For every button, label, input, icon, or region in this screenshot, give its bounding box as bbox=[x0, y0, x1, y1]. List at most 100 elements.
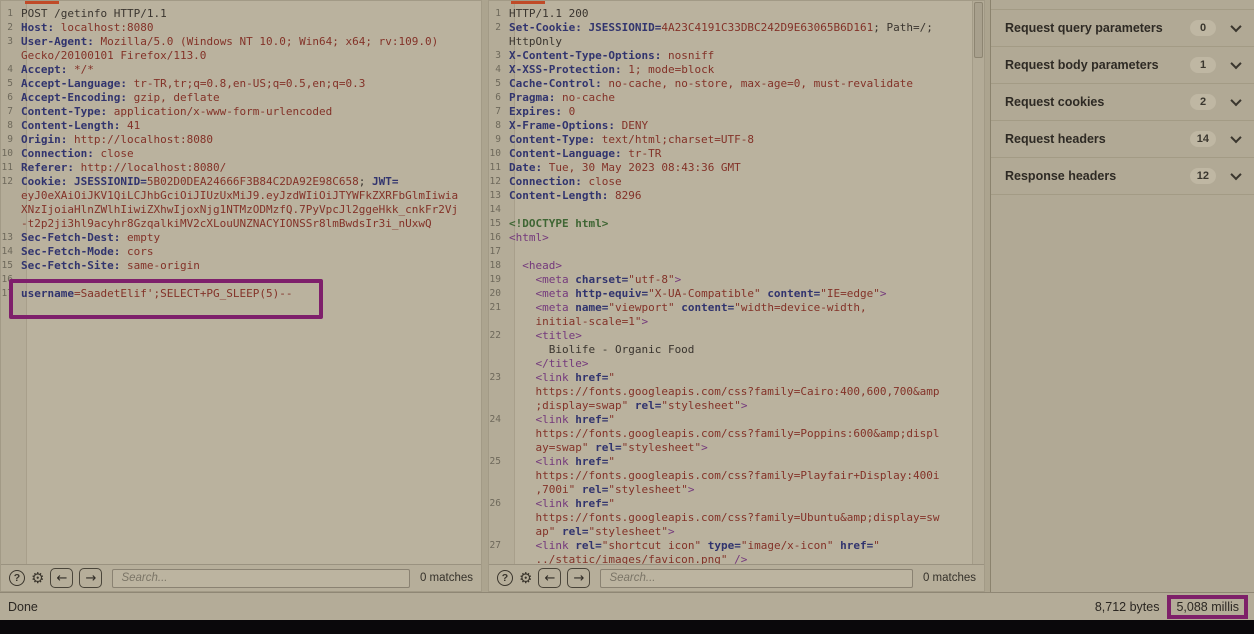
code-text: Referer: http://localhost:8080/ bbox=[21, 161, 226, 175]
code-text: User-Agent: Mozilla/5.0 (Windows NT 10.0… bbox=[21, 35, 438, 49]
code-line: 15Sec-Fetch-Site: same-origin bbox=[1, 259, 481, 273]
inspector-item-request-attributes[interactable]: Request attributes2 bbox=[991, 0, 1254, 10]
code-line: 2Host: localhost:8080 bbox=[1, 21, 481, 35]
code-line: HttpOnly bbox=[489, 35, 984, 49]
code-line: 4X-XSS-Protection: 1; mode=block bbox=[489, 63, 984, 77]
line-number: 7 bbox=[1, 105, 21, 119]
count-badge: 14 bbox=[1190, 131, 1216, 147]
inspector-item-request-query-parameters[interactable]: Request query parameters0 bbox=[991, 10, 1254, 47]
line-number: 3 bbox=[489, 49, 509, 63]
request-editor[interactable]: 1POST /getinfo HTTP/1.12Host: localhost:… bbox=[1, 1, 481, 564]
code-line: 13Content-Length: 8296 bbox=[489, 189, 984, 203]
line-number: 9 bbox=[489, 133, 509, 147]
code-line: 14Sec-Fetch-Mode: cors bbox=[1, 245, 481, 259]
main-row: 1POST /getinfo HTTP/1.12Host: localhost:… bbox=[0, 0, 1254, 592]
response-search-input[interactable] bbox=[600, 569, 912, 588]
chevron-down-icon bbox=[1230, 169, 1241, 180]
line-number bbox=[489, 343, 509, 357]
code-line: 27 <link rel="shortcut icon" type="image… bbox=[489, 539, 984, 553]
previous-match-button[interactable]: ← bbox=[50, 568, 73, 588]
response-code: 1HTTP/1.1 2002Set-Cookie: JSESSIONID=4A2… bbox=[489, 7, 984, 564]
help-icon[interactable]: ? bbox=[497, 570, 513, 586]
line-number bbox=[1, 189, 21, 203]
code-text: Origin: http://localhost:8080 bbox=[21, 133, 213, 147]
code-text: Content-Type: text/html;charset=UTF-8 bbox=[509, 133, 754, 147]
code-line: 12Connection: close bbox=[489, 175, 984, 189]
line-number: 5 bbox=[1, 77, 21, 91]
line-number: 19 bbox=[489, 273, 509, 287]
code-line: 1HTTP/1.1 200 bbox=[489, 7, 984, 21]
code-text: https://fonts.googleapis.com/css?family=… bbox=[509, 511, 939, 525]
response-scrollbar[interactable] bbox=[972, 1, 984, 564]
line-number bbox=[489, 35, 509, 49]
line-number: 18 bbox=[489, 259, 509, 273]
code-line: 11Date: Tue, 30 May 2023 08:43:36 GMT bbox=[489, 161, 984, 175]
line-number: 1 bbox=[489, 7, 509, 21]
code-line: 17 bbox=[489, 245, 984, 259]
code-line: 12Cookie: JSESSIONID=5B02D0DEA24666F3B84… bbox=[1, 175, 481, 189]
line-number bbox=[489, 525, 509, 539]
line-number: 16 bbox=[489, 231, 509, 245]
response-editor[interactable]: 1HTTP/1.1 2002Set-Cookie: JSESSIONID=4A2… bbox=[489, 1, 984, 564]
code-text: Connection: close bbox=[509, 175, 622, 189]
code-line: 11Referer: http://localhost:8080/ bbox=[1, 161, 481, 175]
line-number bbox=[489, 315, 509, 329]
code-text: X-Content-Type-Options: nosniff bbox=[509, 49, 714, 63]
code-text: HttpOnly bbox=[509, 35, 562, 49]
code-line: -t2p2ji3hl9acyhr8GzqalkiMV2cXLouUNZNACYI… bbox=[1, 217, 481, 231]
chevron-down-icon bbox=[1230, 58, 1241, 69]
code-line: 13Sec-Fetch-Dest: empty bbox=[1, 231, 481, 245]
code-line: initial-scale=1"> bbox=[489, 315, 984, 329]
code-line: https://fonts.googleapis.com/css?family=… bbox=[489, 469, 984, 483]
code-text: Accept-Language: tr-TR,tr;q=0.8,en-US;q=… bbox=[21, 77, 365, 91]
inspector-item-response-headers[interactable]: Response headers12 bbox=[991, 158, 1254, 195]
line-number: 26 bbox=[489, 497, 509, 511]
line-number: 15 bbox=[489, 217, 509, 231]
response-match-count: 0 matches bbox=[923, 572, 976, 584]
scrollbar-thumb[interactable] bbox=[974, 2, 983, 58]
gear-icon[interactable]: ⚙ bbox=[519, 571, 532, 586]
request-search-input[interactable] bbox=[112, 569, 409, 588]
code-text: Cookie: JSESSIONID=5B02D0DEA24666F3B84C2… bbox=[21, 175, 399, 189]
code-text: HTTP/1.1 200 bbox=[509, 7, 588, 21]
code-text: -t2p2ji3hl9acyhr8GzqalkiMV2cXLouUNZNACYI… bbox=[21, 217, 432, 231]
code-line: 26 <link href=" bbox=[489, 497, 984, 511]
code-text: Sec-Fetch-Site: same-origin bbox=[21, 259, 200, 273]
line-number: 23 bbox=[489, 371, 509, 385]
next-match-button[interactable]: → bbox=[79, 568, 102, 588]
line-number bbox=[1, 49, 21, 63]
code-line: ;display=swap" rel="stylesheet"> bbox=[489, 399, 984, 413]
code-text: X-Frame-Options: DENY bbox=[509, 119, 648, 133]
line-number: 20 bbox=[489, 287, 509, 301]
code-text: <link href=" bbox=[509, 455, 615, 469]
inspector-item-request-headers[interactable]: Request headers14 bbox=[991, 121, 1254, 158]
code-text: ;display=swap" rel="stylesheet"> bbox=[509, 399, 747, 413]
code-line: 23 <link href=" bbox=[489, 371, 984, 385]
code-text: Content-Language: tr-TR bbox=[509, 147, 661, 161]
line-number bbox=[489, 441, 509, 455]
code-line: 7Expires: 0 bbox=[489, 105, 984, 119]
response-millis: 5,088 millis bbox=[1176, 600, 1239, 614]
code-line: 1POST /getinfo HTTP/1.1 bbox=[1, 7, 481, 21]
inspector-item-request-cookies[interactable]: Request cookies2 bbox=[991, 84, 1254, 121]
code-text: ,700i" rel="stylesheet"> bbox=[509, 483, 694, 497]
inspector-item-request-body-parameters[interactable]: Request body parameters1 bbox=[991, 47, 1254, 84]
chevron-down-icon bbox=[1230, 132, 1241, 143]
line-number: 2 bbox=[489, 21, 509, 35]
next-match-button[interactable]: → bbox=[567, 568, 590, 588]
gear-icon[interactable]: ⚙ bbox=[31, 571, 44, 586]
line-number bbox=[489, 483, 509, 497]
code-text: Accept-Encoding: gzip, deflate bbox=[21, 91, 220, 105]
line-number: 8 bbox=[489, 119, 509, 133]
code-line: 20 <meta http-equiv="X-UA-Compatible" co… bbox=[489, 287, 984, 301]
line-number: 14 bbox=[489, 203, 509, 217]
code-line: 10Content-Language: tr-TR bbox=[489, 147, 984, 161]
code-line: 18 <head> bbox=[489, 259, 984, 273]
code-text: <meta charset="utf-8"> bbox=[509, 273, 681, 287]
previous-match-button[interactable]: ← bbox=[538, 568, 561, 588]
help-icon[interactable]: ? bbox=[9, 570, 25, 586]
code-text: X-XSS-Protection: 1; mode=block bbox=[509, 63, 714, 77]
code-line: 19 <meta charset="utf-8"> bbox=[489, 273, 984, 287]
code-line: 2Set-Cookie: JSESSIONID=4A23C4191C33DBC2… bbox=[489, 21, 984, 35]
chevron-down-icon bbox=[1230, 95, 1241, 106]
